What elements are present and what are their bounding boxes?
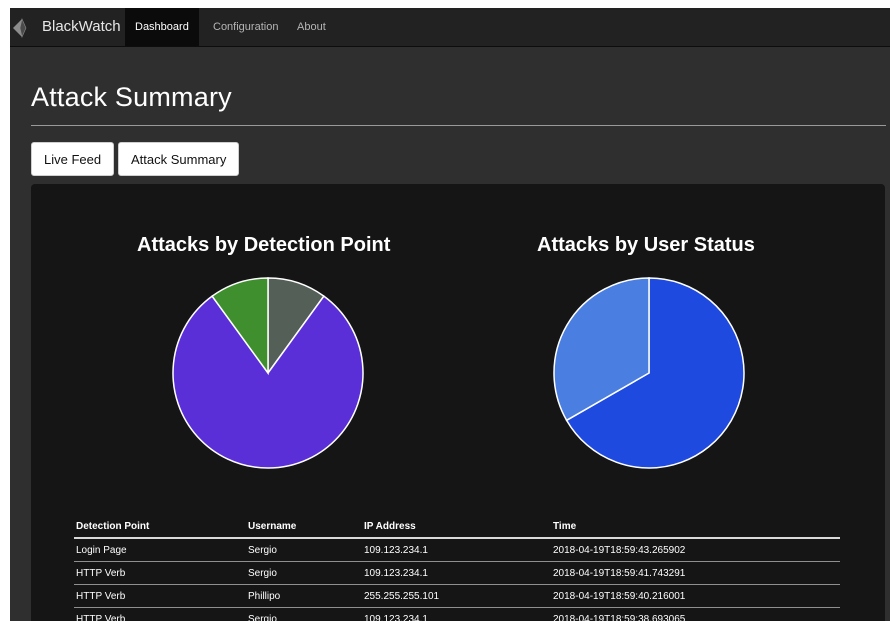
nav-tab-configuration[interactable]: Configuration bbox=[203, 8, 288, 46]
cell-ip-address: 109.123.234.1 bbox=[362, 538, 551, 562]
chart-title-user-status: Attacks by User Status bbox=[537, 234, 755, 256]
cell-detection-point: HTTP Verb bbox=[74, 561, 246, 585]
title-divider bbox=[31, 125, 886, 126]
cell-detection-point: Login Page bbox=[74, 538, 246, 562]
chart-title-detection-point: Attacks by Detection Point bbox=[137, 234, 391, 256]
table-header-row: Detection Point Username IP Address Time bbox=[74, 516, 840, 539]
cell-username: Sergio bbox=[246, 538, 362, 562]
nav-tab-about[interactable]: About bbox=[287, 8, 336, 46]
detection-point-pie-chart bbox=[172, 277, 364, 469]
cell-detection-point: HTTP Verb bbox=[74, 584, 246, 608]
app-window: BlackWatch Dashboard Configuration About… bbox=[10, 8, 890, 621]
brand-link[interactable]: BlackWatch bbox=[42, 18, 121, 35]
cell-time: 2018-04-19T18:59:43.265902 bbox=[551, 538, 840, 562]
top-navbar: BlackWatch Dashboard Configuration About bbox=[10, 8, 890, 47]
cell-ip-address: 109.123.234.1 bbox=[362, 561, 551, 585]
blackwatch-logo-icon bbox=[13, 18, 27, 38]
column-header-detection-point[interactable]: Detection Point bbox=[74, 516, 246, 539]
cell-ip-address: 255.255.255.101 bbox=[362, 584, 551, 608]
table-row[interactable]: Login Page Sergio 109.123.234.1 2018-04-… bbox=[74, 538, 840, 562]
cell-username: Sergio bbox=[246, 561, 362, 585]
live-feed-button[interactable]: Live Feed bbox=[31, 142, 115, 176]
cell-ip-address: 109.123.234.1 bbox=[362, 607, 551, 621]
attack-summary-button[interactable]: Attack Summary bbox=[118, 142, 240, 176]
cell-detection-point: HTTP Verb bbox=[74, 607, 246, 621]
column-header-time[interactable]: Time bbox=[551, 516, 840, 539]
summary-panel: Attacks by Detection Point Attacks by Us… bbox=[31, 184, 885, 621]
table-row[interactable]: HTTP Verb Sergio 109.123.234.1 2018-04-1… bbox=[74, 561, 840, 585]
column-header-ip-address[interactable]: IP Address bbox=[362, 516, 551, 539]
attacks-table: Detection Point Username IP Address Time… bbox=[74, 516, 840, 621]
cell-time: 2018-04-19T18:59:41.743291 bbox=[551, 561, 840, 585]
cell-time: 2018-04-19T18:59:40.216001 bbox=[551, 584, 840, 608]
table-row[interactable]: HTTP Verb Phillipo 255.255.255.101 2018-… bbox=[74, 584, 840, 608]
page-title: Attack Summary bbox=[31, 82, 232, 112]
column-header-username[interactable]: Username bbox=[246, 516, 362, 539]
cell-time: 2018-04-19T18:59:38.693065 bbox=[551, 607, 840, 621]
cell-username: Sergio bbox=[246, 607, 362, 621]
table-row[interactable]: HTTP Verb Sergio 109.123.234.1 2018-04-1… bbox=[74, 607, 840, 621]
cell-username: Phillipo bbox=[246, 584, 362, 608]
nav-tab-dashboard[interactable]: Dashboard bbox=[125, 8, 199, 46]
user-status-pie-chart bbox=[553, 277, 745, 469]
